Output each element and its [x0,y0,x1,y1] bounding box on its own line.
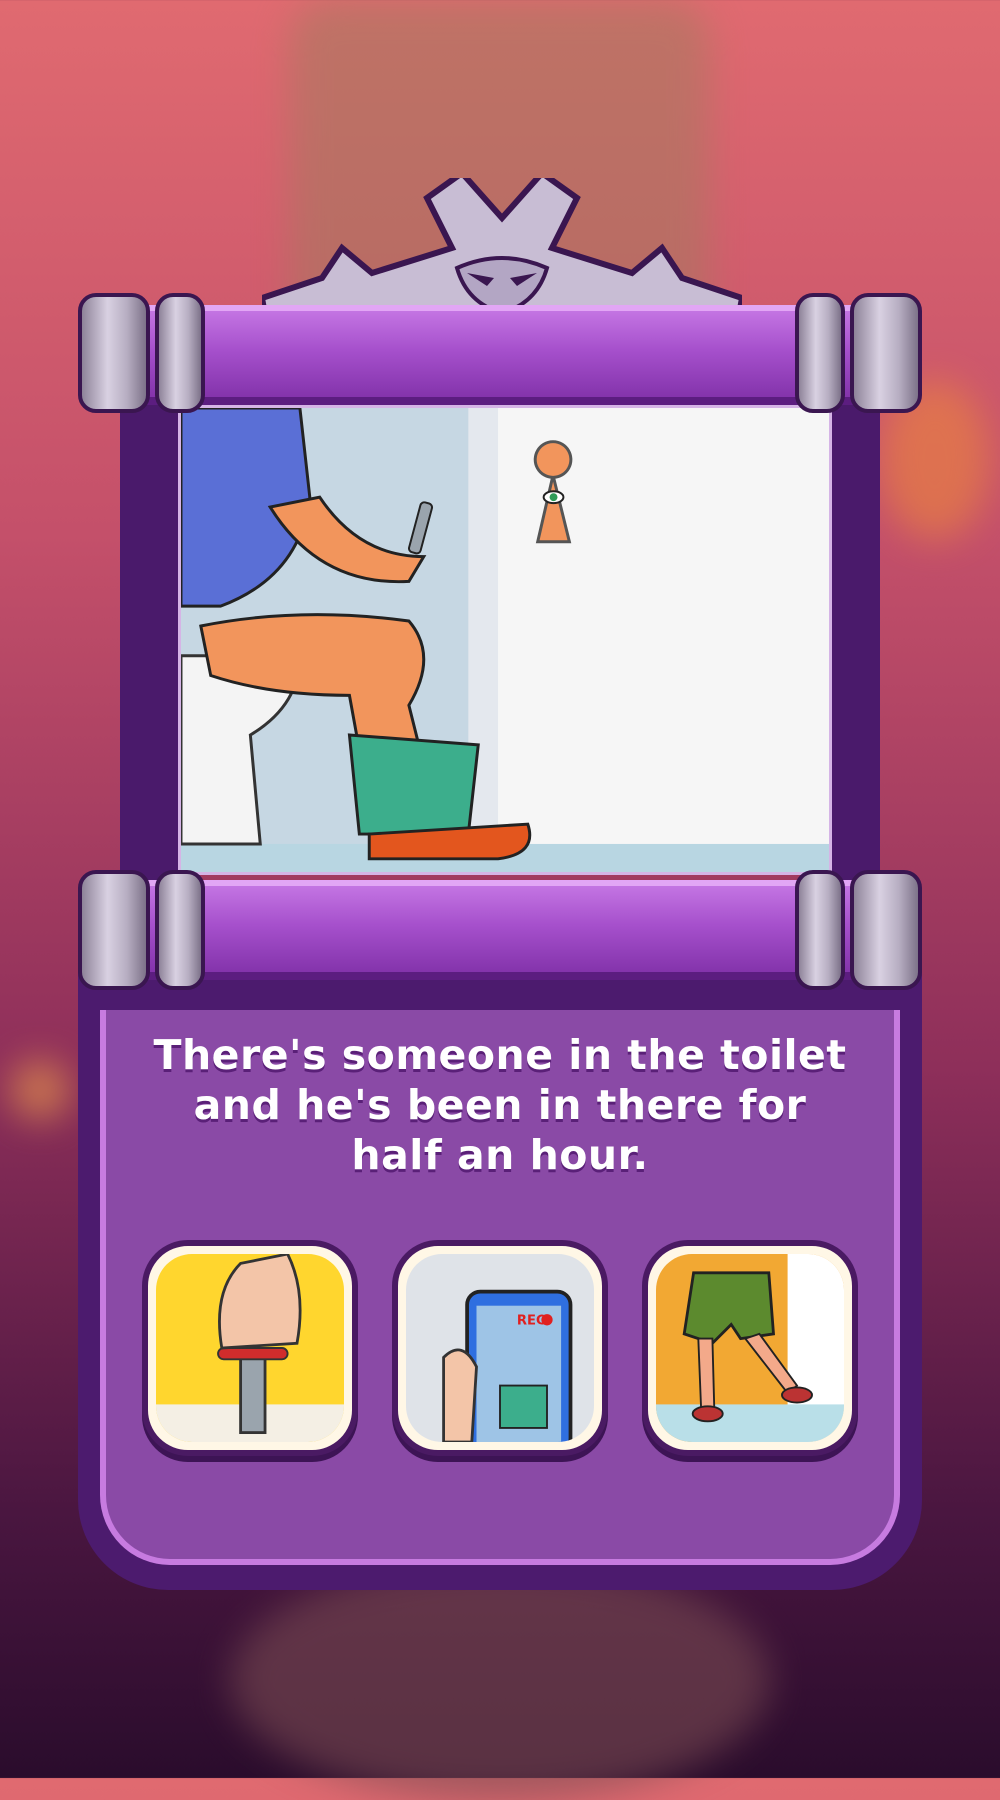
question-line-1: There's someone in the toilet [153,1031,847,1079]
option-water-valve-button[interactable] [142,1240,358,1456]
scene-illustration [178,405,832,875]
top-left-inner-roll [155,293,205,413]
top-left-outer-roll [78,293,150,413]
middle-right-inner-roll [795,870,845,990]
middle-left-outer-roll [78,870,150,990]
rec-label: REC [517,1314,546,1329]
water-valve-icon [156,1254,344,1442]
walking-legs-icon [656,1254,844,1442]
option-walk-away-button[interactable] [642,1240,858,1456]
middle-right-outer-roll [850,870,922,990]
frame-left-side [120,395,180,895]
toilet-scene-art [181,408,829,872]
option-phone-record-button[interactable]: REC [392,1240,608,1456]
question-text: There's someone in the toilet and he's b… [140,1030,860,1180]
background-pillar-bottom [230,1560,770,1800]
top-right-outer-roll [850,293,922,413]
top-right-inner-roll [795,293,845,413]
question-line-2: and he's been in there for [193,1081,807,1129]
question-line-3: half an hour. [351,1131,649,1179]
top-frame-bar [130,305,870,405]
background-glow-left [10,1060,70,1120]
middle-left-inner-roll [155,870,205,990]
phone-record-icon: REC [406,1254,594,1442]
middle-frame-bar [130,880,870,980]
